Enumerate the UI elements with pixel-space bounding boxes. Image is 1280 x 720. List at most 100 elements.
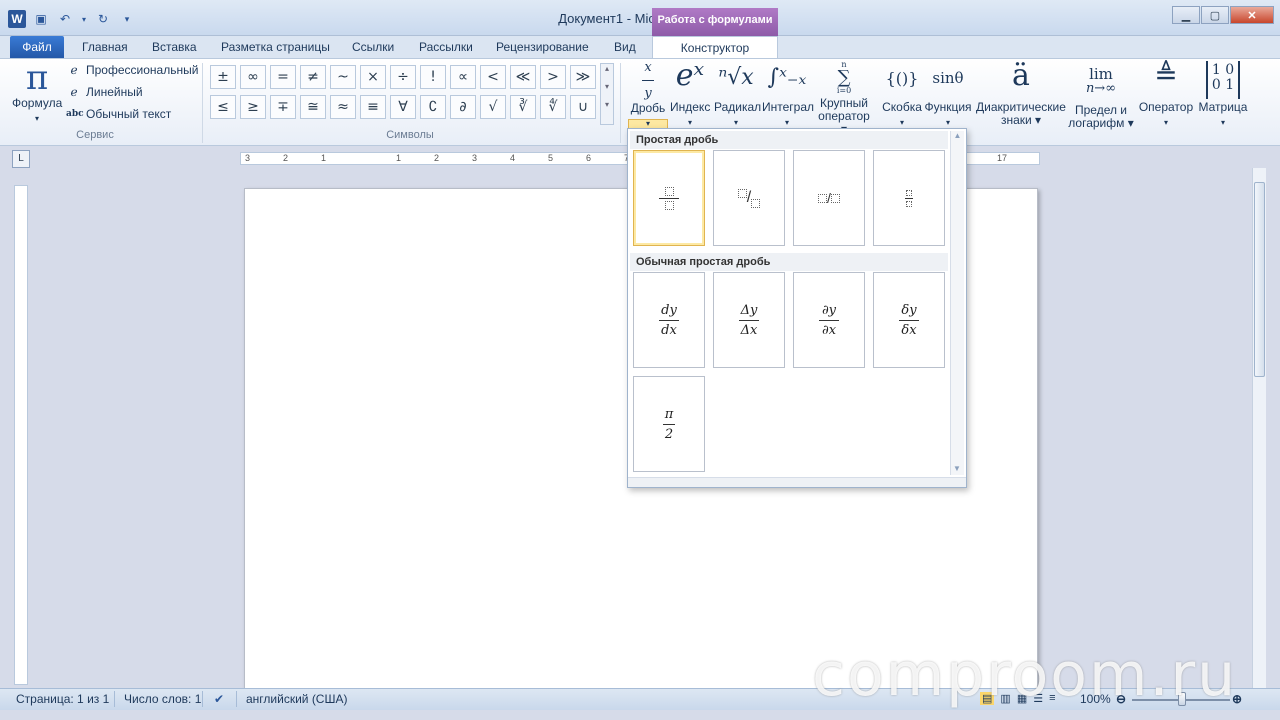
fraction-delta-y-delta-x[interactable]: Δy Δx [713,272,785,368]
symbol-button[interactable]: ≫ [570,65,596,89]
symbol-button[interactable]: × [360,65,386,89]
fraction-numerator: Δy [740,302,758,318]
symbols-scroll[interactable]: ▴ ▾ ▾ [600,63,614,125]
symbol-button[interactable]: ∛ [510,95,536,119]
symbol-button[interactable]: ∓ [270,95,296,119]
fraction-denominator: Δx [740,322,758,338]
fraction-partial-y-partial-x[interactable]: ∂y ∂x [793,272,865,368]
symbol-button[interactable]: ∁ [420,95,446,119]
symbol-button[interactable]: ∜ [540,95,566,119]
limit-button[interactable]: lim n→∞ Предел и логарифм ▾ [1068,61,1134,130]
professional-icon: ℯ [70,63,78,77]
ruler-tick-label: 5 [548,153,554,163]
sigma-icon: ∑ [837,67,851,88]
vertical-scrollbar[interactable] [1252,168,1266,688]
linear-button[interactable]: ℯ Линейный [66,85,142,99]
plain-text-button[interactable]: abc Обычный текст [66,107,171,121]
index-icon: eˣ [675,58,705,93]
gallery-scrollbar[interactable]: ▲ ▼ [950,131,964,475]
symbol-button[interactable]: ! [420,65,446,89]
maximize-button[interactable]: ▢ [1201,6,1229,24]
fraction-stacked[interactable] [633,150,705,246]
language[interactable]: английский (США) [246,692,347,706]
tab-review[interactable]: Рецензирование [496,36,589,58]
tab-view[interactable]: Вид [614,36,636,58]
fraction-small[interactable] [873,150,945,246]
scroll-down-icon[interactable]: ▼ [951,464,963,473]
index-button[interactable]: eˣ Индекс ▾ [670,61,710,129]
symbol-button[interactable]: ∂ [450,95,476,119]
page-count[interactable]: Страница: 1 из 1 [16,692,109,706]
symbol-button[interactable]: ≥ [240,95,266,119]
symbol-button[interactable]: = [270,65,296,89]
tab-page-layout[interactable]: Разметка страницы [221,36,330,58]
fraction-pi-over-2[interactable]: π2 [633,376,705,472]
operator-button[interactable]: ≜ Оператор ▾ [1136,61,1196,129]
proofing-icon[interactable]: ✔ [214,692,224,706]
word-count[interactable]: Число слов: 1 [124,692,201,706]
professional-button[interactable]: ℯ Профессиональный [66,63,198,77]
linear-icon: ℯ [70,85,78,99]
pi-icon: π [25,58,49,98]
matrix-button[interactable]: 1 00 1 Матрица ▾ [1196,61,1250,129]
vertical-ruler[interactable] [14,185,28,685]
matrix-row-2: 0 1 [1211,77,1235,93]
scroll-up-icon[interactable]: ▲ [951,131,964,140]
tab-selector[interactable]: L [12,150,30,168]
symbol-button[interactable]: ≪ [510,65,536,89]
gallery-resize-handle[interactable] [628,477,966,487]
symbol-button[interactable]: ÷ [390,65,416,89]
minimize-button[interactable]: ▁ [1172,6,1200,24]
symbol-button[interactable]: √ [480,95,506,119]
tab-file[interactable]: Файл [10,36,64,58]
symbol-button[interactable]: ≠ [300,65,326,89]
fraction-numerator: π [664,406,674,422]
ruler-tick-label: 4 [510,153,516,163]
integral-button[interactable]: ∫ˣ₋ₓ Интеграл ▾ [762,61,814,129]
tab-insert[interactable]: Вставка [152,36,197,58]
group-label-service: Сервис [76,129,114,141]
symbol-button[interactable]: ∞ [240,65,266,89]
scroll-thumb[interactable] [1254,182,1265,377]
ruler-tick-label: 17 [997,153,1008,163]
fraction-denominator: dx [661,322,677,338]
radical-button[interactable]: ⁿ√x Радикал ▾ [714,61,761,129]
symbol-button[interactable]: ≈ [330,95,356,119]
tab-home[interactable]: Главная [82,36,128,58]
tab-references[interactable]: Ссылки [352,36,394,58]
status-divider [114,691,115,707]
ruler-tick-label: 3 [472,153,478,163]
function-button[interactable]: sinθ Функция ▾ [924,61,972,129]
symbol-button[interactable]: ~ [330,65,356,89]
tab-design[interactable]: Конструктор [652,36,778,59]
fraction-linear[interactable]: / [793,150,865,246]
symbol-button[interactable]: ± [210,65,236,89]
symbol-button[interactable]: > [540,65,566,89]
ruler-tick-label: 2 [283,153,289,163]
symbol-button[interactable]: ≡ [360,95,386,119]
large-operator-button[interactable]: n ∑ i=0 Крупный оператор ▾ [814,61,874,136]
status-divider [236,691,237,707]
formula-button[interactable]: π Формула ▾ [12,61,62,125]
tab-mailings[interactable]: Рассылки [419,36,473,58]
limit-icon: lim [1089,65,1113,83]
close-button[interactable]: ✕ [1230,6,1274,24]
symbol-button[interactable]: ∪ [570,95,596,119]
ruler-tick-label: 1 [321,153,327,163]
symbol-button[interactable]: ∀ [390,95,416,119]
accent-icon: ä [1012,58,1030,93]
fraction-small-delta[interactable]: δy δx [873,272,945,368]
symbol-button[interactable]: ∝ [450,65,476,89]
accent-label-2: знаки [1000,113,1032,127]
radical-icon: ⁿ√x [718,65,754,90]
accent-button[interactable]: ä Диакритические знаки ▾ [974,61,1068,127]
symbol-button[interactable]: < [480,65,506,89]
symbol-button[interactable]: ≅ [300,95,326,119]
fraction-button[interactable]: xy Дробь ▾ [628,61,668,130]
operator-icon: ≜ [1154,58,1178,91]
fraction-skewed[interactable]: / [713,150,785,246]
fraction-dy-dx[interactable]: dy dx [633,272,705,368]
plain-text-label: Обычный текст [86,107,172,121]
symbol-button[interactable]: ≤ [210,95,236,119]
bracket-button[interactable]: {()} Скобка ▾ [880,61,924,129]
